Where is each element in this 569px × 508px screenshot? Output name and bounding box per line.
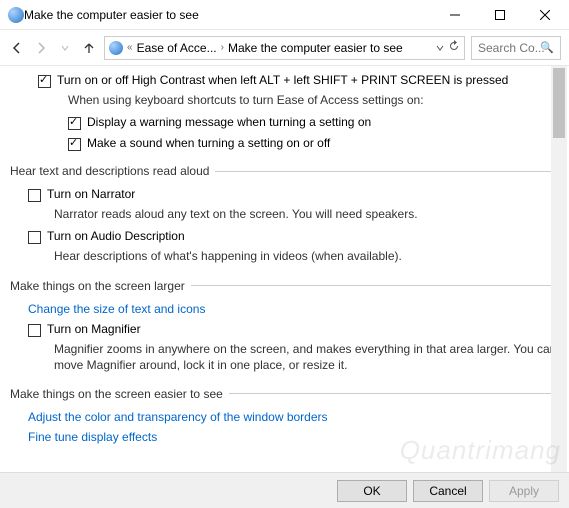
minimize-button[interactable]	[432, 0, 477, 30]
control-panel-icon	[8, 7, 24, 23]
warning-label: Display a warning message when turning a…	[87, 115, 371, 129]
ok-button[interactable]: OK	[337, 480, 407, 502]
window-title: Make the computer easier to see	[24, 8, 432, 22]
easier-group: Make things on the screen easier to see …	[10, 387, 559, 447]
chevron-icon: «	[127, 42, 133, 53]
back-button[interactable]	[8, 39, 26, 57]
titlebar: Make the computer easier to see	[0, 0, 569, 30]
magnifier-desc: Magnifier zooms in anywhere on the scree…	[10, 340, 559, 377]
recent-dropdown-icon[interactable]	[56, 39, 74, 57]
warning-checkbox[interactable]	[68, 117, 81, 130]
narrator-label: Turn on Narrator	[47, 187, 135, 201]
larger-legend: Make things on the screen larger	[10, 279, 191, 293]
audio-desc-checkbox[interactable]	[28, 231, 41, 244]
maximize-button[interactable]	[477, 0, 522, 30]
content-area: Turn on or off High Contrast when left A…	[0, 66, 569, 472]
scroll-thumb[interactable]	[553, 68, 565, 138]
close-button[interactable]	[522, 0, 567, 30]
breadcrumb-segment[interactable]: Ease of Acce...	[137, 41, 217, 55]
control-panel-icon	[109, 41, 123, 55]
hear-group: Hear text and descriptions read aloud Tu…	[10, 164, 559, 268]
scrollbar[interactable]	[551, 66, 567, 472]
refresh-icon[interactable]	[448, 40, 460, 55]
breadcrumb[interactable]: « Ease of Acce... › Make the computer ea…	[104, 36, 465, 60]
footer: OK Cancel Apply	[0, 472, 569, 508]
forward-button[interactable]	[32, 39, 50, 57]
easier-legend: Make things on the screen easier to see	[10, 387, 229, 401]
change-size-link[interactable]: Change the size of text and icons	[10, 299, 559, 319]
chevron-right-icon: ›	[221, 42, 224, 53]
high-contrast-label: Turn on or off High Contrast when left A…	[57, 73, 508, 87]
breadcrumb-segment[interactable]: Make the computer easier to see	[228, 41, 403, 55]
audio-desc-desc: Hear descriptions of what's happening in…	[10, 247, 559, 268]
navbar: « Ease of Acce... › Make the computer ea…	[0, 30, 569, 66]
cancel-button[interactable]: Cancel	[413, 480, 483, 502]
adjust-color-link[interactable]: Adjust the color and transparency of the…	[10, 407, 559, 427]
search-icon: 🔍	[540, 41, 554, 54]
sound-checkbox[interactable]	[68, 138, 81, 151]
sound-label: Make a sound when turning a setting on o…	[87, 136, 330, 150]
fine-tune-link[interactable]: Fine tune display effects	[10, 427, 559, 447]
magnifier-checkbox[interactable]	[28, 324, 41, 337]
audio-desc-label: Turn on Audio Description	[47, 229, 185, 243]
shortcut-helper-text: When using keyboard shortcuts to turn Ea…	[10, 91, 559, 112]
narrator-checkbox[interactable]	[28, 189, 41, 202]
narrator-desc: Narrator reads aloud any text on the scr…	[10, 205, 559, 226]
high-contrast-checkbox[interactable]	[38, 75, 51, 88]
larger-group: Make things on the screen larger Change …	[10, 279, 559, 377]
up-button[interactable]	[80, 39, 98, 57]
search-input[interactable]: 🔍	[471, 36, 561, 60]
dropdown-icon[interactable]	[436, 41, 444, 55]
hear-legend: Hear text and descriptions read aloud	[10, 164, 215, 178]
apply-button[interactable]: Apply	[489, 480, 559, 502]
magnifier-label: Turn on Magnifier	[47, 322, 141, 336]
